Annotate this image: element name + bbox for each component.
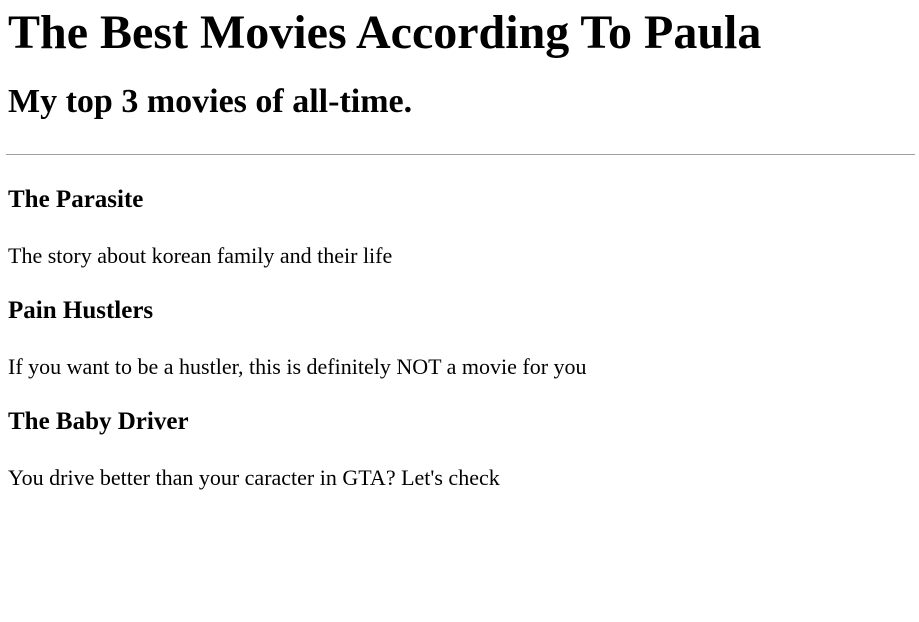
movie-list: The Parasite The story about korean fami… xyxy=(8,185,911,491)
movie-description: You drive better than your caracter in G… xyxy=(8,465,500,490)
divider xyxy=(6,154,915,155)
movie-item: The Parasite The story about korean fami… xyxy=(8,185,911,269)
movie-item: Pain Hustlers If you want to be a hustle… xyxy=(8,296,911,380)
movie-description: If you want to be a hustler, this is def… xyxy=(8,354,587,379)
movie-item: The Baby Driver You drive better than yo… xyxy=(8,407,911,491)
movie-title: The Baby Driver xyxy=(8,408,189,435)
movie-title: The Parasite xyxy=(8,186,144,213)
page-title: The Best Movies According To Paula xyxy=(8,6,762,59)
page-subtitle: My top 3 movies of all-time. xyxy=(8,83,413,120)
movie-description: The story about korean family and their … xyxy=(8,243,393,268)
movie-title: Pain Hustlers xyxy=(8,297,154,324)
